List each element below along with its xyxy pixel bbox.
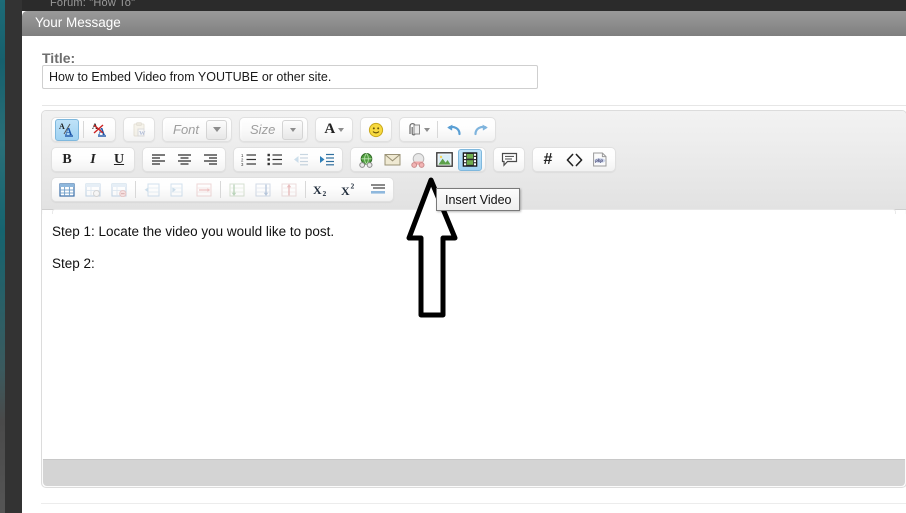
toolbar-group-attach-undo <box>399 117 497 142</box>
svg-text:php: php <box>594 158 603 163</box>
table-properties-icon[interactable] <box>81 179 105 201</box>
toolbar-separator <box>437 121 439 138</box>
insert-table-icon[interactable] <box>55 179 79 201</box>
bold-label: B <box>62 151 72 167</box>
toolbar-group-emoticon <box>360 117 393 142</box>
insert-row-below-icon[interactable] <box>225 179 249 201</box>
spellcheck-icon[interactable]: A A <box>55 118 79 141</box>
top-dark-strip: Forum: "How To" <box>22 0 906 11</box>
underline-label: U <box>113 151 125 167</box>
font-dropdown-label: Font <box>173 122 200 137</box>
svg-text:3: 3 <box>241 162 244 166</box>
page-title: Your Message <box>35 15 121 30</box>
redo-icon[interactable] <box>468 119 492 141</box>
insert-row-icon[interactable] <box>140 179 164 201</box>
delete-table-icon[interactable] <box>107 179 131 201</box>
tooltip-insert-video: Insert Video <box>436 188 521 211</box>
insert-quote-icon[interactable] <box>497 149 521 171</box>
toolbar-group-insert-media <box>350 147 486 172</box>
toolbar-row-2: B I U 1 2 3 # php <box>42 146 906 173</box>
emoticon-icon[interactable] <box>364 119 388 141</box>
hash-icon[interactable]: # <box>536 149 560 171</box>
hash-label: # <box>543 150 553 168</box>
toolbar-separator <box>83 121 84 138</box>
insert-column-icon[interactable] <box>166 179 190 201</box>
insert-column-right-icon[interactable] <box>251 179 275 201</box>
toolbar-separator <box>135 181 136 198</box>
toolbar-group-paste: W <box>123 117 155 142</box>
php-icon[interactable]: php <box>588 149 612 171</box>
align-right-icon[interactable] <box>198 149 222 171</box>
remove-link-icon[interactable] <box>406 149 430 171</box>
text-color-icon[interactable]: A <box>319 119 349 141</box>
document-line: Step 2: <box>52 256 95 271</box>
title-input[interactable] <box>42 65 538 89</box>
code-icon[interactable] <box>562 149 586 171</box>
horizontal-rule-icon[interactable] <box>366 179 390 201</box>
numbered-list-icon[interactable]: 1 2 3 <box>237 149 261 171</box>
breadcrumb: Forum: "How To" <box>50 0 136 9</box>
tooltip-text: Insert Video <box>445 192 512 207</box>
toolbar-group-text-color: A <box>315 117 354 142</box>
svg-text:W: W <box>139 130 146 137</box>
underline-icon[interactable]: U <box>107 149 131 171</box>
chevron-down-icon <box>206 119 228 140</box>
toolbar-group-alignment <box>142 147 226 172</box>
left-rail-accent-stripe <box>0 0 5 513</box>
size-dropdown[interactable]: Size <box>242 118 306 141</box>
svg-text:2: 2 <box>323 189 327 197</box>
toolbar-row-1: A A A A <box>42 116 906 143</box>
bold-icon[interactable]: B <box>55 149 79 171</box>
toolbar-separator <box>220 181 221 198</box>
merge-cells-icon[interactable] <box>192 179 216 201</box>
font-dropdown[interactable]: Font <box>165 118 230 141</box>
editor-content-area[interactable]: Step 1: Locate the video you would like … <box>42 214 906 459</box>
attachment-icon[interactable] <box>403 119 433 141</box>
paste-from-word-icon[interactable]: W <box>127 119 151 141</box>
outdent-icon[interactable] <box>289 149 313 171</box>
italic-icon[interactable]: I <box>81 149 105 171</box>
toolbar-separator <box>305 181 306 198</box>
chevron-down-icon <box>282 119 304 140</box>
page-root: Forum: "How To" Your Message Title: A <box>0 0 906 513</box>
svg-text:X: X <box>341 184 350 197</box>
rich-text-editor: A A A A <box>41 110 906 488</box>
toolbar-group-basic-format: B I U <box>51 147 135 172</box>
bullet-list-icon[interactable] <box>263 149 287 171</box>
bottom-divider <box>41 503 906 504</box>
toolbar-group-font: Font <box>162 117 233 142</box>
svg-text:X: X <box>313 183 322 197</box>
svg-text:2: 2 <box>351 182 355 191</box>
toolbar-group-quote <box>493 147 525 172</box>
toolbar-group-lists: 1 2 3 <box>233 147 343 172</box>
superscript-icon[interactable]: X 2 <box>338 179 364 201</box>
toolbar-group-code: # php <box>532 147 616 172</box>
toolbar-group-size: Size <box>239 117 309 142</box>
title-field-label: Title: <box>42 50 76 66</box>
toolbar-group-table: X 2 X 2 <box>51 177 394 202</box>
align-center-icon[interactable] <box>172 149 196 171</box>
size-dropdown-label: Size <box>250 122 276 137</box>
subscript-icon[interactable]: X 2 <box>310 179 336 201</box>
indent-icon[interactable] <box>315 149 339 171</box>
undo-icon[interactable] <box>442 119 466 141</box>
insert-email-icon[interactable] <box>380 149 404 171</box>
toolbar-group-spellcheck: A A A A <box>51 117 116 142</box>
panel-header-your-message: Your Message <box>22 11 906 36</box>
section-divider <box>42 105 906 106</box>
insert-image-icon[interactable] <box>432 149 456 171</box>
insert-link-icon[interactable] <box>354 149 378 171</box>
remove-spellcheck-icon[interactable]: A A <box>88 119 112 141</box>
editor-statusbar <box>43 459 905 486</box>
content-pane: Title: A A <box>22 36 906 513</box>
italic-label: I <box>90 151 96 167</box>
insert-video-icon[interactable] <box>458 148 482 171</box>
document-line: Step 1: Locate the video you would like … <box>52 224 335 239</box>
delete-column-icon[interactable] <box>277 179 301 201</box>
align-left-icon[interactable] <box>146 149 170 171</box>
